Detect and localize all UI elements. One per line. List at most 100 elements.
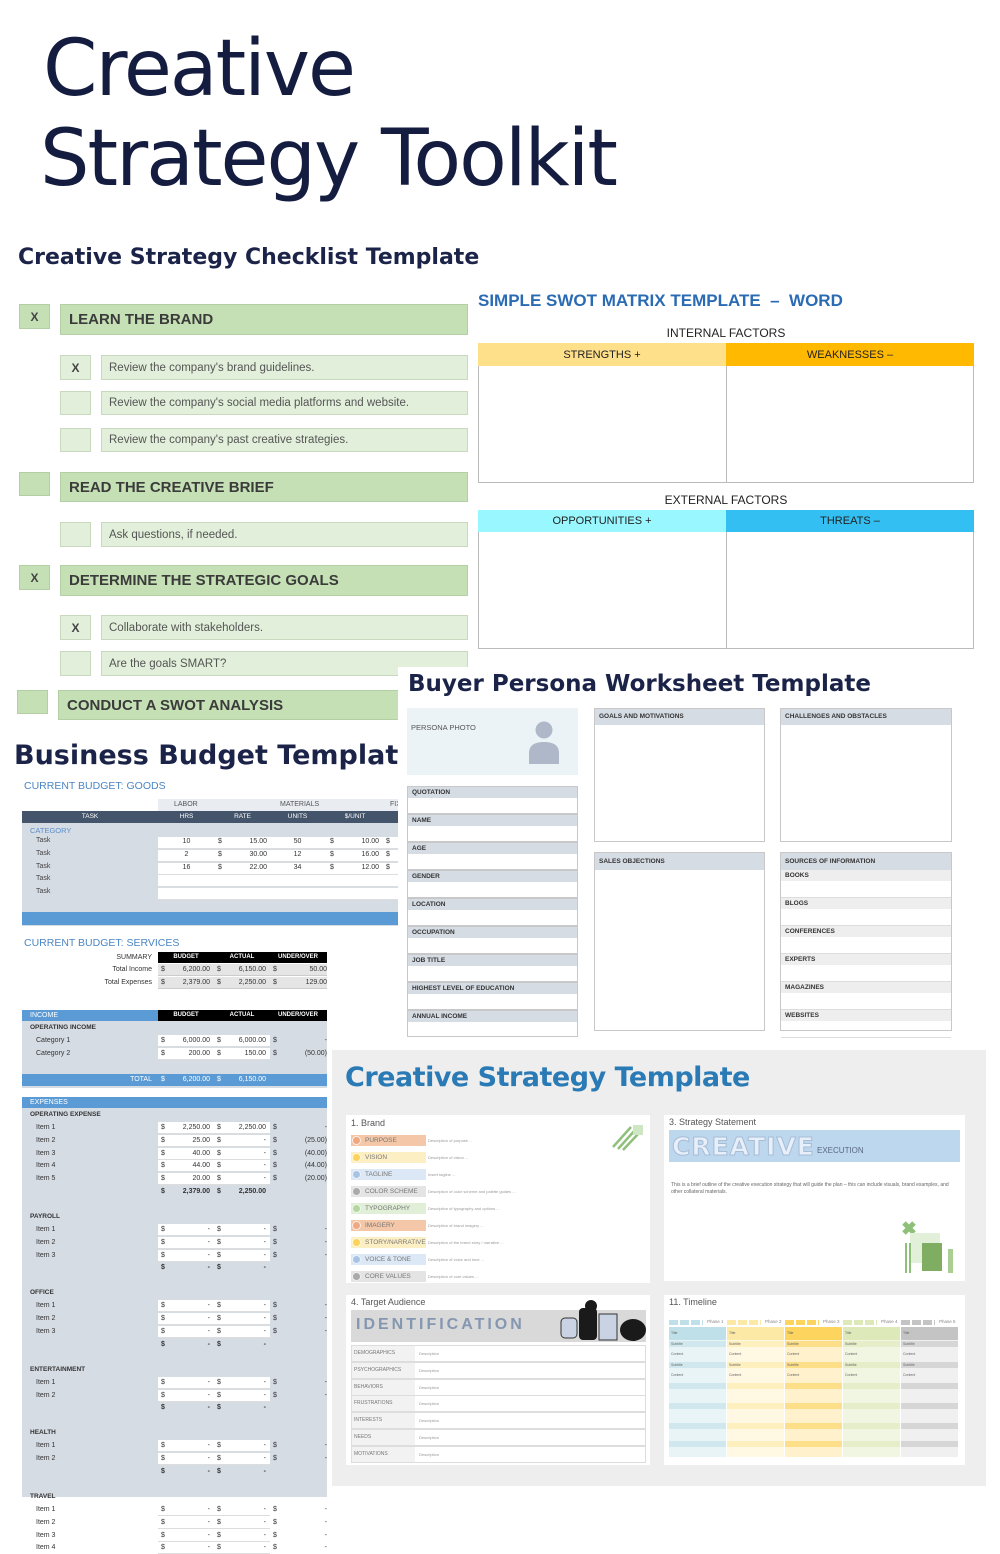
- col-header: UNDER/OVER: [277, 954, 318, 960]
- persona-field[interactable]: OCCUPATION: [407, 926, 578, 954]
- persona-field[interactable]: NAME: [407, 814, 578, 842]
- task-checkbox[interactable]: [60, 651, 91, 676]
- source-item[interactable]: BLOGS: [781, 898, 951, 926]
- threats-box[interactable]: [726, 532, 974, 649]
- audience-row-label: NEEDS: [352, 1430, 415, 1445]
- audience-row[interactable]: NEEDS Description: [351, 1429, 646, 1446]
- expense-row-label: Item 1: [36, 1124, 56, 1131]
- goods-task: Task: [36, 875, 51, 883]
- brand-item-core-values[interactable]: CORE VALUES: [351, 1271, 426, 1282]
- persona-field-label: QUOTATION: [408, 787, 577, 798]
- brand-item-icon: [352, 1255, 361, 1264]
- task-checkbox[interactable]: X: [60, 355, 91, 380]
- brand-item-label: PURPOSE: [365, 1137, 397, 1144]
- sales-objections-box[interactable]: SALES OBJECTIONS: [594, 852, 765, 1031]
- task-checkbox[interactable]: [60, 428, 91, 452]
- expense-value: -: [324, 1251, 327, 1259]
- goods-unit-cost: 16.00: [361, 850, 379, 858]
- source-item[interactable]: WEBSITES: [781, 1010, 951, 1038]
- timeline-card: 11. Timeline Phase 1 Title Subtitle Content…: [664, 1295, 965, 1465]
- persona-field[interactable]: LOCATION: [407, 898, 578, 926]
- brand-item-desc: Description of purpose ...: [428, 1138, 473, 1143]
- section-checkbox[interactable]: X: [19, 565, 50, 590]
- goods-units: 50: [293, 838, 302, 845]
- phase-title-bg: [901, 1327, 958, 1340]
- expense-row-label: Item 2: [36, 1136, 56, 1144]
- source-item[interactable]: EXPERTS: [781, 954, 951, 982]
- brand-item-voice-tone[interactable]: VOICE & TONE: [351, 1254, 426, 1265]
- persona-field[interactable]: JOB TITLE: [407, 954, 578, 982]
- task-label: Review the company's social media platfo…: [101, 391, 468, 415]
- audience-row[interactable]: DEMOGRAPHICS Description: [351, 1345, 646, 1362]
- phase-band: [843, 1383, 900, 1389]
- brand-item-typography[interactable]: TYPOGRAPHY: [351, 1203, 426, 1214]
- summary-label: SUMMARY: [116, 954, 152, 961]
- goods-col-header: RATE: [234, 813, 251, 820]
- strengths-box[interactable]: [478, 366, 727, 483]
- goals-box[interactable]: GOALS AND MOTIVATIONS: [594, 708, 765, 842]
- task-checkbox[interactable]: [60, 522, 91, 547]
- phase-label: Phase 1: [707, 1319, 724, 1324]
- phase-band: [785, 1383, 842, 1389]
- expense-value: (44.00): [304, 1162, 327, 1170]
- section-checkbox[interactable]: X: [19, 304, 50, 329]
- source-item[interactable]: CONFERENCES: [781, 926, 951, 954]
- goods-task: Task: [36, 888, 51, 896]
- brand-item-story-narrative[interactable]: STORY/NARRATIVE: [351, 1237, 426, 1248]
- source-item-label: BLOGS: [781, 898, 951, 909]
- audience-row[interactable]: INTERESTS Description: [351, 1412, 646, 1430]
- expense-group-total: -: [207, 1340, 210, 1348]
- brushes-icon: [611, 1121, 645, 1156]
- persona-field[interactable]: HIGHEST LEVEL OF EDUCATION: [407, 982, 578, 1010]
- expense-value: -: [324, 1378, 327, 1386]
- goods-rate: 15.00: [249, 838, 267, 845]
- expense-row-label: Item 5: [36, 1175, 56, 1183]
- brand-item-tagline[interactable]: TAGLINE: [351, 1169, 426, 1180]
- persona-photo-box[interactable]: PERSONA PHOTO: [407, 708, 578, 775]
- phase-cell: Content: [845, 1373, 858, 1377]
- brand-item-vision[interactable]: VISION: [351, 1152, 426, 1163]
- expense-group-total: -: [263, 1264, 266, 1272]
- expense-group-total: 2,250.00: [238, 1188, 266, 1195]
- expense-value: (25.00): [304, 1136, 327, 1144]
- goods-title: CURRENT BUDGET: GOODS: [24, 780, 166, 792]
- task-checkbox[interactable]: [60, 391, 91, 415]
- section-checkbox[interactable]: [17, 690, 48, 714]
- source-item-label: MAGAZINES: [781, 982, 951, 993]
- audience-row-desc: Description: [419, 1401, 440, 1407]
- audience-row[interactable]: MOTIVATIONS Description: [351, 1445, 646, 1463]
- phase-band: [727, 1383, 784, 1389]
- expense-value: (20.00): [304, 1175, 327, 1183]
- persona-field[interactable]: AGE: [407, 842, 578, 870]
- phase-band: [727, 1441, 784, 1447]
- summary-value: 2,379.00: [182, 978, 210, 986]
- source-item[interactable]: MAGAZINES: [781, 982, 951, 1010]
- brand-item-color-scheme[interactable]: COLOR SCHEME: [351, 1186, 426, 1197]
- audience-row-label: BEHAVIORS: [352, 1379, 415, 1395]
- income-total-label: TOTAL: [130, 1076, 152, 1083]
- persona-field[interactable]: GENDER: [407, 870, 578, 898]
- persona-field[interactable]: QUOTATION: [407, 786, 578, 814]
- persona-field[interactable]: ANNUAL INCOME: [407, 1010, 578, 1037]
- expense-value: -: [324, 1226, 327, 1233]
- challenges-box[interactable]: CHALLENGES AND OBSTACLES: [780, 708, 952, 842]
- brand-item-imagery[interactable]: IMAGERY: [351, 1220, 426, 1231]
- weaknesses-box[interactable]: [726, 366, 974, 483]
- brand-item-label: STORY/NARRATIVE: [365, 1239, 426, 1246]
- source-item[interactable]: BOOKS: [781, 870, 951, 898]
- expense-value: -: [207, 1328, 210, 1335]
- task-checkbox[interactable]: X: [60, 615, 91, 640]
- expense-value: -: [324, 1531, 327, 1539]
- audience-row[interactable]: FRUSTRATIONS Description: [351, 1395, 646, 1413]
- audience-row[interactable]: PSYCHOGRAPHICS Description: [351, 1361, 646, 1379]
- opportunities-box[interactable]: [478, 532, 727, 649]
- audience-heading: 4. Target Audience: [351, 1297, 426, 1307]
- audience-row[interactable]: BEHAVIORS Description: [351, 1378, 646, 1396]
- expense-row-label: Item 2: [36, 1391, 56, 1399]
- person-icon: [527, 720, 561, 764]
- internal-factors-label: INTERNAL FACTORS: [666, 326, 786, 340]
- brand-item-purpose[interactable]: PURPOSE: [351, 1135, 426, 1146]
- income-row-label: Category 2: [36, 1050, 71, 1057]
- brand-item-label: COLOR SCHEME: [365, 1188, 418, 1195]
- section-checkbox[interactable]: [19, 472, 50, 496]
